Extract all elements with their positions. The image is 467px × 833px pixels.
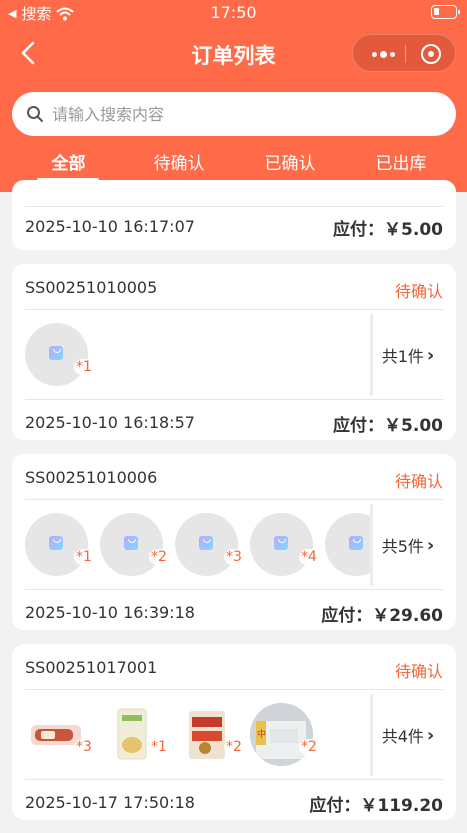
close-mini-program-button[interactable] xyxy=(405,35,457,73)
sausage-product-image[interactable] xyxy=(25,703,88,766)
item-quantity: *2 xyxy=(149,549,169,565)
search-icon xyxy=(27,106,43,122)
order-card[interactable]: SS00251017001 待确认 *3 *1 *2 中 *2 共4件 › 20… xyxy=(12,644,456,820)
more-dot-icon xyxy=(371,51,377,57)
order-header: SS00251010006 待确认 xyxy=(25,454,443,500)
order-date: 2025-10-10 16:18:57 xyxy=(25,413,195,432)
order-card[interactable]: 2025-10-10 16:17:07 应付：￥5.00 xyxy=(12,180,456,250)
item-count: 共4件 xyxy=(381,727,424,746)
item-quantity: *2 xyxy=(299,739,319,755)
order-card[interactable]: SS00251010006 待确认 *1 *2 *3 *4 共5件 › 2025… xyxy=(12,454,456,630)
search-input[interactable] xyxy=(52,104,432,124)
item-quantity: *3 xyxy=(74,739,94,755)
order-header: SS00251017001 待确认 xyxy=(25,644,443,690)
status-bar: ◀ 搜索 17:50 xyxy=(0,0,467,26)
status-time: 17:50 xyxy=(210,3,257,22)
item-quantity: *1 xyxy=(149,739,169,755)
more-dot-icon xyxy=(379,50,387,58)
order-amount: 应付：￥5.00 xyxy=(333,416,443,436)
item-quantity: *1 xyxy=(74,549,94,565)
order-status: 待确认 xyxy=(394,472,443,491)
order-status: 待确认 xyxy=(394,282,443,301)
order-amount: 应付：￥119.20 xyxy=(309,796,443,816)
flour-bag-product-image[interactable] xyxy=(100,703,163,766)
item-quantity: *3 xyxy=(224,549,244,565)
order-status: 待确认 xyxy=(394,662,443,681)
product-thumbnail[interactable] xyxy=(25,323,88,386)
order-header: SS00251010005 待确认 xyxy=(25,264,443,310)
order-date: 2025-10-10 16:17:07 xyxy=(25,217,195,236)
mini-program-capsule xyxy=(352,34,456,72)
battery-icon xyxy=(431,5,460,19)
item-count-button[interactable]: 共1件 › xyxy=(370,314,443,396)
order-amount: 应付：￥29.60 xyxy=(321,606,443,626)
order-amount: 应付：￥5.00 xyxy=(333,220,443,240)
item-count: 共5件 xyxy=(381,537,424,556)
target-circle-icon xyxy=(421,44,441,64)
rice-pack-icon: 中 xyxy=(250,703,313,766)
item-count-button[interactable]: 共5件 › xyxy=(370,504,443,586)
rice-pack-label: 中 xyxy=(257,728,266,740)
bag-icon xyxy=(49,536,63,550)
product-thumbnail[interactable] xyxy=(100,513,163,576)
order-date: 2025-10-10 16:39:18 xyxy=(25,603,195,622)
order-items: *1 *2 *3 *4 共5件 › xyxy=(25,500,443,590)
chevron-right-icon: › xyxy=(426,344,435,366)
search-bar[interactable] xyxy=(12,92,456,136)
bag-icon xyxy=(199,536,213,550)
bag-icon xyxy=(274,536,288,550)
order-number: SS00251017001 xyxy=(25,658,158,677)
item-quantity: *4 xyxy=(299,549,319,565)
order-date: 2025-10-17 17:50:18 xyxy=(25,793,195,812)
product-thumbnail[interactable] xyxy=(25,513,88,576)
header: ◀ 搜索 17:50 订单列表 请输入搜索内容 全部 待确认 已确认 已出库 xyxy=(0,0,467,192)
sausage-icon xyxy=(31,725,81,745)
order-footer: 2025-10-17 17:50:18 应付：￥119.20 xyxy=(25,780,443,826)
chevron-right-icon: › xyxy=(426,534,435,556)
more-dot-icon xyxy=(389,51,395,57)
order-number: SS00251010005 xyxy=(25,278,158,297)
order-items: *3 *1 *2 中 *2 共4件 › xyxy=(25,690,443,780)
flour-bag-icon xyxy=(117,708,147,760)
item-quantity: *2 xyxy=(224,739,244,755)
order-footer: 2025-10-10 16:39:18 应付：￥29.60 xyxy=(25,590,443,636)
snack-bag-icon xyxy=(189,711,225,759)
order-items: *1 共1件 › xyxy=(25,310,443,400)
order-card[interactable]: SS00251010005 待确认 *1 共1件 › 2025-10-10 16… xyxy=(12,264,456,440)
bag-icon xyxy=(349,536,363,550)
bag-icon xyxy=(124,536,138,550)
nav-bar: 订单列表 xyxy=(0,26,467,82)
item-quantity: *1 xyxy=(74,359,94,375)
product-thumbnail[interactable] xyxy=(175,513,238,576)
order-number: SS00251010006 xyxy=(25,468,158,487)
order-footer: 2025-10-10 16:18:57 应付：￥5.00 xyxy=(25,400,443,446)
item-count: 共1件 xyxy=(381,347,424,366)
bag-icon xyxy=(49,346,63,360)
more-button[interactable] xyxy=(361,35,405,73)
rice-pack-product-image[interactable]: 中 xyxy=(250,703,313,766)
item-count-button[interactable]: 共4件 › xyxy=(370,694,443,776)
chevron-right-icon: › xyxy=(426,724,435,746)
snack-bag-product-image[interactable] xyxy=(175,703,238,766)
product-thumbnail[interactable] xyxy=(250,513,313,576)
order-footer: 2025-10-10 16:17:07 应付：￥5.00 xyxy=(25,204,443,250)
